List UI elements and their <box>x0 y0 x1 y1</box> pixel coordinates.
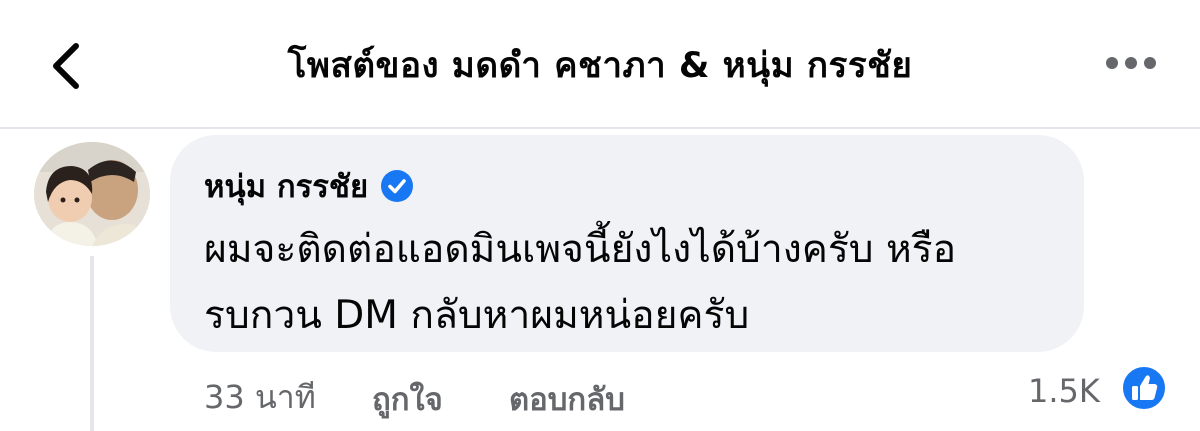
avatar[interactable] <box>34 142 150 246</box>
comment-bubble[interactable]: หนุ่ม กรรชัย ผมจะติดต่อแอดมินเพจนี้ยังไง… <box>170 135 1084 352</box>
comment-text: ผมจะติดต่อแอดมินเพจนี้ยังไงได้บ้างครับ ห… <box>204 217 1074 349</box>
reply-button[interactable]: ตอบกลับ <box>509 374 625 424</box>
comment-text-line: ผมจะติดต่อแอดมินเพจนี้ยังไงได้บ้างครับ ห… <box>204 227 957 272</box>
comment-author-row: หนุ่ม กรรชัย <box>204 161 414 211</box>
header-divider <box>0 127 1200 129</box>
like-button[interactable]: ถูกใจ <box>372 374 443 424</box>
comment-text-line: รบกวน DM กลับหาผมหน่อยครับ <box>204 293 750 338</box>
top-bar: โพสต์ของ มดดำ คชาภา & หนุ่ม กรรชัย <box>0 0 1200 127</box>
more-options-button[interactable] <box>1103 50 1159 76</box>
like-reaction-icon[interactable] <box>1120 364 1168 412</box>
page-title: โพสต์ของ มดดำ คชาภา & หนุ่ม กรรชัย <box>287 46 913 86</box>
comment-timestamp[interactable]: 33 นาที <box>204 372 316 423</box>
comment-actions: 33 นาที ถูกใจ ตอบกลับ 1.5K <box>0 372 1200 418</box>
reaction-count[interactable]: 1.5K <box>1028 372 1100 410</box>
comment-author[interactable]: หนุ่ม กรรชัย <box>204 161 368 211</box>
verified-badge-icon <box>381 170 414 202</box>
more-horizontal-icon <box>1106 57 1156 69</box>
profile-photo <box>34 142 150 246</box>
